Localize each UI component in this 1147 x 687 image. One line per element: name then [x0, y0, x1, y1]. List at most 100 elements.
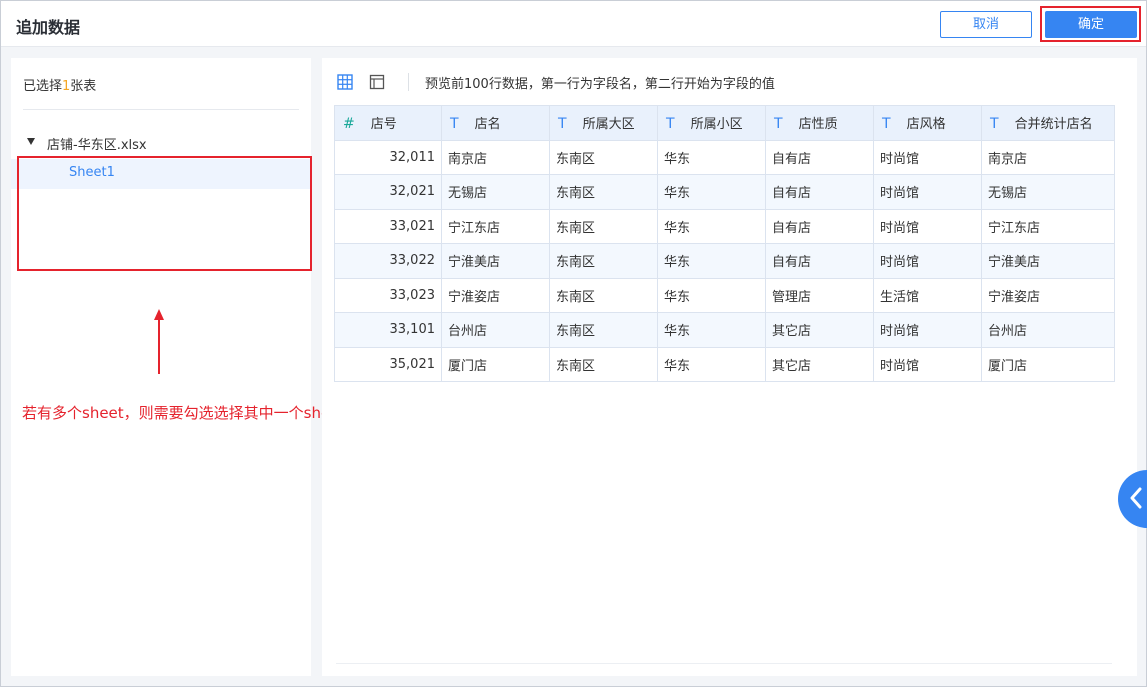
number-type-icon: # [343, 116, 355, 133]
table-cell: 33,023 [334, 277, 442, 313]
table-cell: 时尚馆 [873, 243, 982, 279]
table-cell: 自有店 [765, 174, 874, 210]
table-cell: 宁江东店 [441, 208, 550, 244]
table-cell: 东南区 [549, 208, 658, 244]
preview-table: # 店号 T 店名 T 所属大区 T 所属小区 T 店性质 T 店风格 T 合并统计店名 32… [334, 105, 1115, 382]
table-cell: 管理店 [765, 277, 874, 313]
selected-count-suffix: 张表 [70, 79, 97, 94]
table-cell: 东南区 [549, 312, 658, 348]
table-cell: 厦门店 [441, 346, 550, 382]
column-label: 店号 [370, 117, 397, 133]
table-cell: 华东 [657, 277, 766, 313]
table-row: 33,101 台州店 东南区 华东 其它店 时尚馆 台州店 [334, 312, 1115, 348]
column-label: 店名 [474, 117, 501, 133]
table-cell: 时尚馆 [873, 208, 982, 244]
table-cell: 时尚馆 [873, 346, 982, 382]
text-type-icon: T [882, 116, 891, 133]
text-type-icon: T [450, 116, 459, 133]
selected-count: 已选择1张表 [23, 75, 96, 94]
table-cell: 东南区 [549, 174, 658, 210]
table-cell: 时尚馆 [873, 174, 982, 210]
table-row: 35,021 厦门店 东南区 华东 其它店 时尚馆 厦门店 [334, 346, 1115, 382]
table-cell: 东南区 [549, 243, 658, 279]
table-cell: 南京店 [441, 139, 550, 175]
table-cell: 33,021 [334, 208, 442, 244]
table-cell: 33,101 [334, 312, 442, 348]
table-cell: 33,022 [334, 243, 442, 279]
annotation-text: 若有多个sheet，则需要勾选选择其中一个sheet [22, 404, 346, 422]
chevron-left-icon [1130, 487, 1142, 509]
column-header: T 店风格 [873, 105, 982, 141]
table-cell: 华东 [657, 312, 766, 348]
table-cell: 无锡店 [441, 174, 550, 210]
column-header: T 合并统计店名 [981, 105, 1115, 141]
column-label: 所属小区 [690, 117, 743, 133]
table-cell: 时尚馆 [873, 139, 982, 175]
table-cell: 自有店 [765, 208, 874, 244]
cancel-button[interactable]: 取消 [940, 11, 1032, 38]
table-cell: 其它店 [765, 312, 874, 348]
table-row: 33,023 宁淮姿店 东南区 华东 管理店 生活馆 宁淮姿店 [334, 277, 1115, 313]
column-label: 合并统计店名 [1014, 117, 1093, 133]
column-label: 店风格 [906, 117, 946, 133]
table-cell: 华东 [657, 174, 766, 210]
text-type-icon: T [774, 116, 783, 133]
table-cell: 无锡店 [981, 174, 1115, 210]
table-cell: 宁淮姿店 [441, 277, 550, 313]
table-cell: 宁淮美店 [981, 243, 1115, 279]
toolbar-divider [408, 73, 409, 91]
selected-count-prefix: 已选择 [23, 79, 63, 94]
column-header: T 所属大区 [549, 105, 658, 141]
confirm-button[interactable]: 确定 [1045, 11, 1137, 38]
grid-view-icon[interactable] [336, 73, 354, 91]
dialog-header: 追加数据 取消 确定 [1, 1, 1146, 47]
table-cell: 宁淮美店 [441, 243, 550, 279]
column-label: 所属大区 [582, 117, 635, 133]
table-cell: 台州店 [441, 312, 550, 348]
column-header: T 所属小区 [657, 105, 766, 141]
table-cell: 宁淮姿店 [981, 277, 1115, 313]
text-type-icon: T [666, 116, 675, 133]
divider [23, 109, 299, 110]
table-cell: 35,021 [334, 346, 442, 382]
table-cell: 东南区 [549, 277, 658, 313]
table-header-row: # 店号 T 店名 T 所属大区 T 所属小区 T 店性质 T 店风格 T 合并统计店名 [334, 105, 1115, 141]
table-cell: 南京店 [981, 139, 1115, 175]
table-cell: 东南区 [549, 139, 658, 175]
table-select-panel: 已选择1张表 店铺-华东区.xlsx Sheet1 [11, 58, 311, 676]
table-cell: 32,021 [334, 174, 442, 210]
caret-down-icon[interactable] [27, 138, 35, 145]
table-cell: 时尚馆 [873, 312, 982, 348]
sheet-highlight-box [17, 156, 312, 271]
file-name: 店铺-华东区.xlsx [47, 138, 147, 153]
dialog-title: 追加数据 [16, 18, 81, 37]
annotation-arrow-line [158, 319, 160, 374]
table-cell: 其它店 [765, 346, 874, 382]
layout-view-icon[interactable] [368, 73, 386, 91]
table-cell: 厦门店 [981, 346, 1115, 382]
text-type-icon: T [558, 116, 567, 133]
column-header: # 店号 [334, 105, 442, 141]
table-cell: 华东 [657, 208, 766, 244]
table-cell: 自有店 [765, 243, 874, 279]
text-type-icon: T [990, 116, 999, 133]
preview-panel: 预览前100行数据，第一行为字段名，第二行开始为字段的值 # 店号 T 店名 T 所属… [322, 58, 1137, 676]
table-cell: 华东 [657, 243, 766, 279]
table-cell: 宁江东店 [981, 208, 1115, 244]
preview-tip: 预览前100行数据，第一行为字段名，第二行开始为字段的值 [425, 76, 775, 92]
preview-toolbar: 预览前100行数据，第一行为字段名，第二行开始为字段的值 [336, 70, 775, 94]
table-row: 33,022 宁淮美店 东南区 华东 自有店 时尚馆 宁淮美店 [334, 243, 1115, 279]
table-row: 32,021 无锡店 东南区 华东 自有店 时尚馆 无锡店 [334, 174, 1115, 210]
table-body: 32,011 南京店 东南区 华东 自有店 时尚馆 南京店 32,021 无锡店… [334, 139, 1115, 382]
table-cell: 东南区 [549, 346, 658, 382]
table-cell: 华东 [657, 346, 766, 382]
column-header: T 店性质 [765, 105, 874, 141]
table-cell: 生活馆 [873, 277, 982, 313]
table-row: 33,021 宁江东店 东南区 华东 自有店 时尚馆 宁江东店 [334, 208, 1115, 244]
column-header: T 店名 [441, 105, 550, 141]
table-cell: 自有店 [765, 139, 874, 175]
column-label: 店性质 [798, 117, 838, 133]
tree-file-node[interactable]: 店铺-华东区.xlsx [27, 134, 147, 153]
table-cell: 华东 [657, 139, 766, 175]
table-cell: 32,011 [334, 139, 442, 175]
